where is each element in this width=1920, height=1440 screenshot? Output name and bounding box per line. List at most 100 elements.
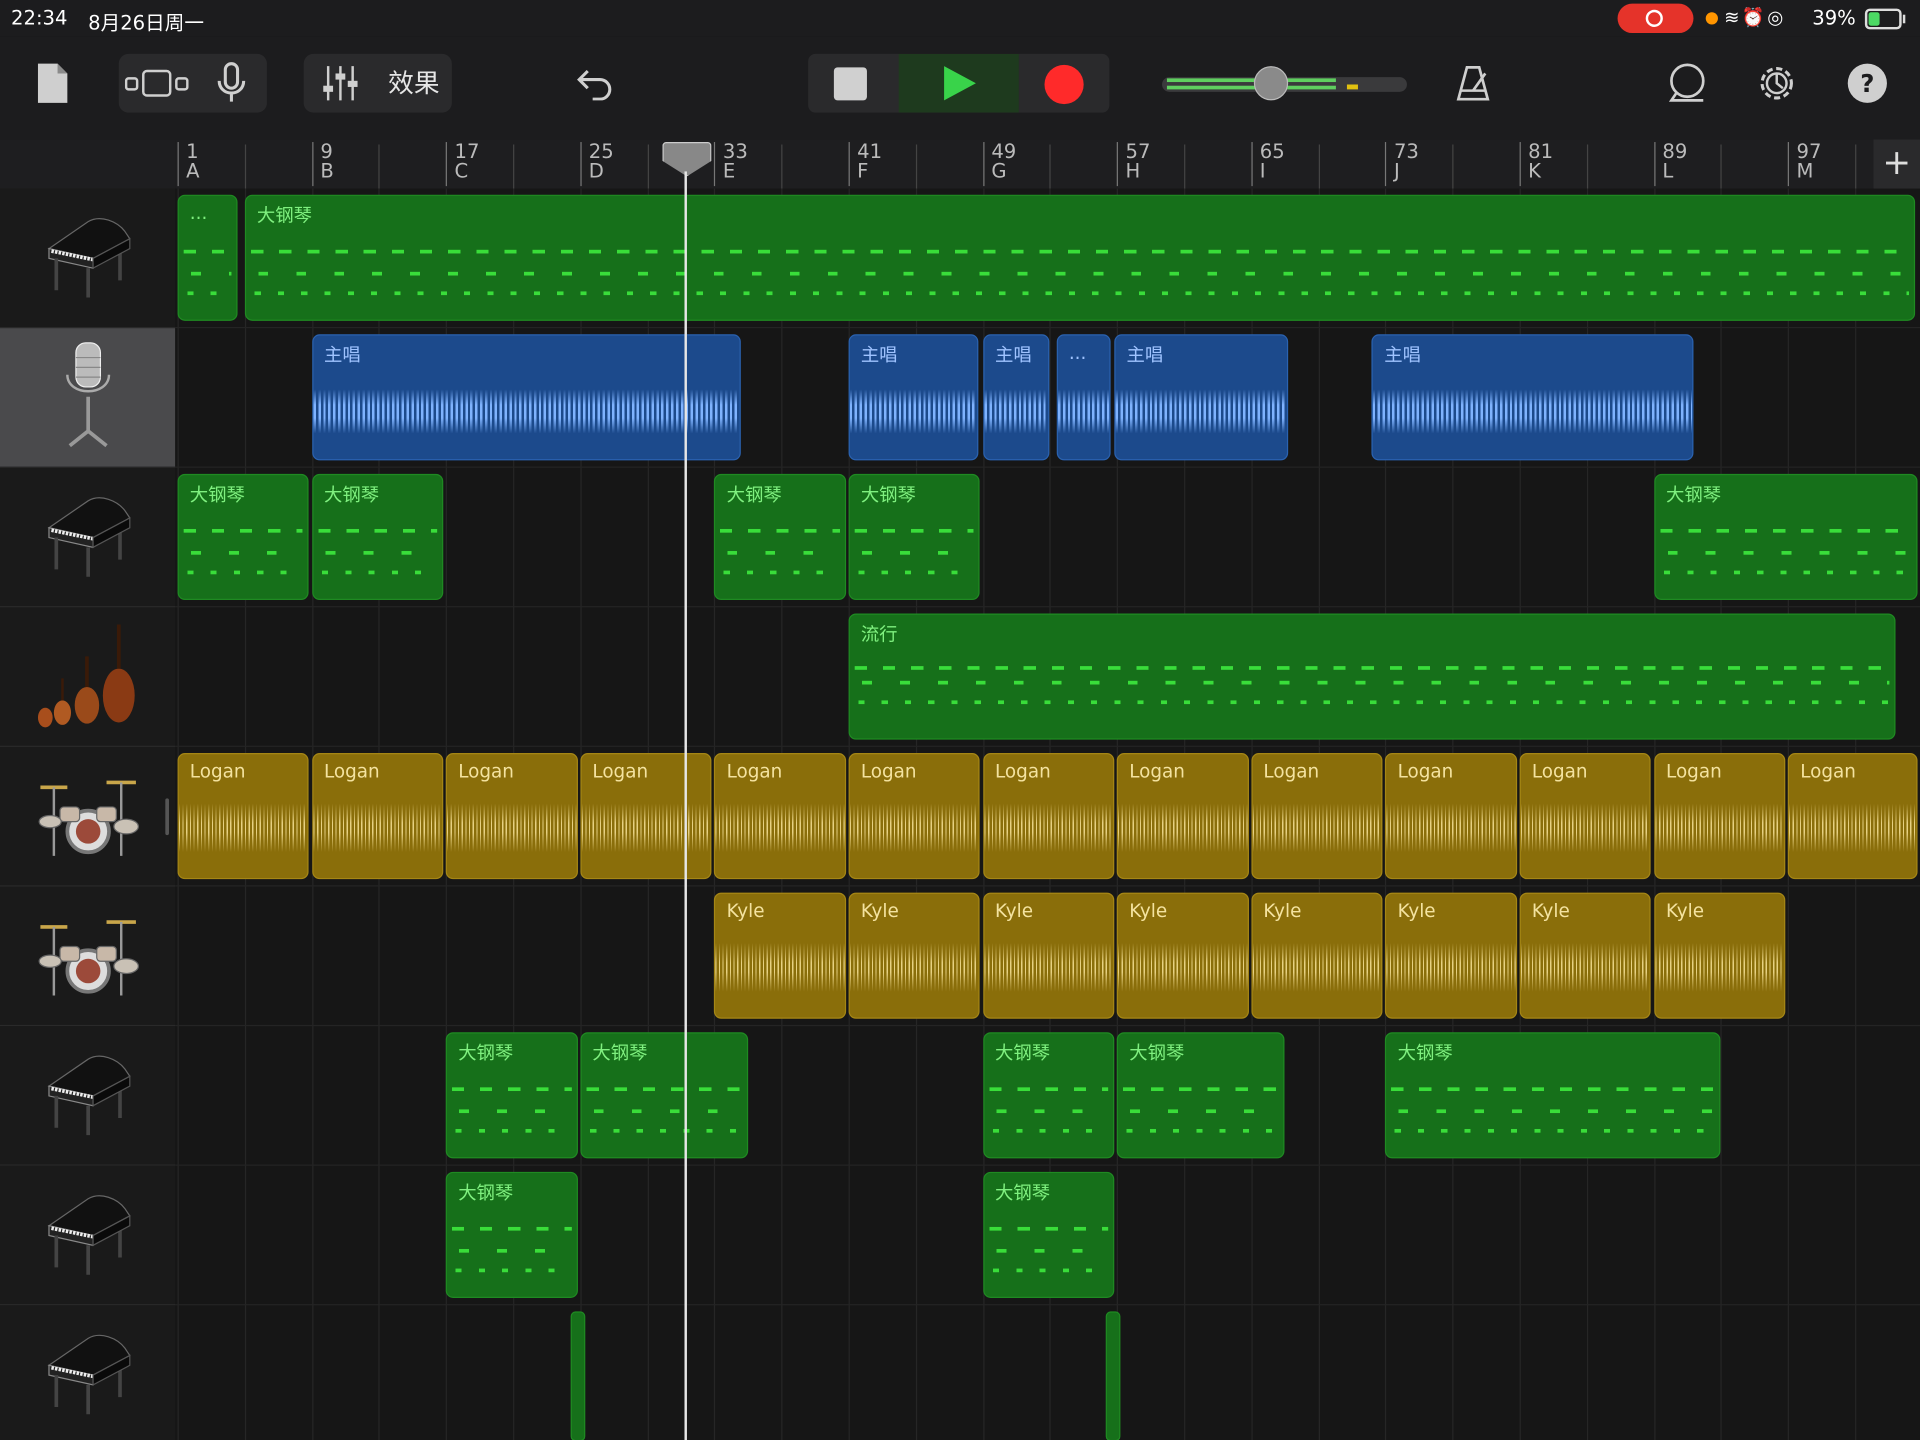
track-header-grand-piano[interactable] bbox=[0, 1305, 176, 1440]
track-header-drum-kit[interactable] bbox=[0, 746, 176, 887]
track-resize-handle[interactable] bbox=[165, 798, 169, 836]
midi-region[interactable] bbox=[570, 1311, 586, 1440]
track-header-vocal-microphone[interactable] bbox=[0, 328, 176, 468]
midi-region[interactable]: 大钢琴 bbox=[848, 473, 981, 601]
drummer-region[interactable]: Logan bbox=[1116, 753, 1249, 880]
track-view-button[interactable] bbox=[124, 61, 190, 105]
ruler-tick bbox=[1452, 144, 1454, 189]
drummer-region[interactable]: Logan bbox=[580, 753, 712, 880]
undo-button[interactable] bbox=[571, 61, 620, 105]
drummer-region[interactable]: Logan bbox=[848, 753, 981, 880]
drummer-region[interactable]: Logan bbox=[982, 753, 1115, 880]
midi-region[interactable]: 大钢琴 bbox=[1116, 1032, 1285, 1159]
midi-notes bbox=[988, 1214, 1109, 1287]
drummer-region[interactable]: Kyle bbox=[1653, 892, 1786, 1019]
midi-region[interactable]: 大钢琴 bbox=[714, 473, 846, 601]
drummer-region[interactable]: Logan bbox=[311, 753, 444, 880]
volume-knob[interactable] bbox=[1253, 66, 1289, 101]
loop-browser-button[interactable] bbox=[1663, 59, 1712, 108]
drummer-region[interactable]: Logan bbox=[1653, 753, 1786, 880]
timeline-ruler[interactable]: 1 A 9 B 17 C 25 D 33 E 41 F 49 G 57 H 65 I 73 J 81 K 89 L 97 M bbox=[175, 139, 1920, 189]
drummer-region[interactable]: Kyle bbox=[848, 892, 981, 1019]
midi-notes bbox=[1659, 516, 1912, 589]
midi-region[interactable] bbox=[1106, 1311, 1121, 1440]
drummer-region[interactable]: Logan bbox=[445, 753, 578, 880]
section-letter: L bbox=[1662, 159, 1674, 183]
my-songs-button[interactable] bbox=[32, 59, 74, 108]
region-label: 大钢琴 bbox=[726, 483, 782, 506]
audio-region[interactable]: 主唱 bbox=[1371, 334, 1695, 461]
drummer-region[interactable]: Logan bbox=[1251, 753, 1383, 880]
midi-region[interactable]: 大钢琴 bbox=[982, 1032, 1115, 1159]
track-header-drum-kit[interactable] bbox=[0, 886, 176, 1027]
drummer-region[interactable]: Kyle bbox=[1251, 892, 1383, 1019]
drummer-region[interactable]: Logan bbox=[1385, 753, 1517, 880]
region-label: Kyle bbox=[860, 900, 899, 923]
drummer-region[interactable]: Logan bbox=[1519, 753, 1652, 880]
midi-region[interactable]: 大钢琴 bbox=[580, 1032, 748, 1159]
ruler-bar-81: 81 K bbox=[1519, 141, 1553, 187]
midi-region[interactable]: 流行 bbox=[848, 613, 1896, 740]
settings-button[interactable] bbox=[1752, 59, 1801, 108]
toolbar: 效果 ? bbox=[0, 36, 1920, 140]
midi-region[interactable]: 大钢琴 bbox=[445, 1171, 578, 1298]
audio-region[interactable]: 主唱 bbox=[848, 334, 979, 461]
record-button[interactable] bbox=[1044, 64, 1084, 105]
drummer-region[interactable]: Kyle bbox=[1385, 892, 1517, 1019]
track-header-grand-piano[interactable] bbox=[0, 467, 176, 608]
region-label: Kyle bbox=[1531, 900, 1570, 923]
region-label: Kyle bbox=[726, 900, 765, 923]
midi-region[interactable]: 大钢琴 bbox=[445, 1032, 578, 1159]
track-lane[interactable] bbox=[175, 1305, 1920, 1440]
midi-region[interactable]: 大钢琴 bbox=[982, 1171, 1115, 1298]
ruler-tick bbox=[244, 144, 246, 189]
drum-waveform bbox=[1789, 803, 1917, 853]
midi-notes bbox=[988, 1075, 1109, 1148]
track-header-grand-piano[interactable] bbox=[0, 1165, 176, 1306]
track-header-grand-piano[interactable] bbox=[0, 1026, 176, 1166]
audio-region[interactable]: 主唱 bbox=[982, 334, 1050, 461]
midi-region[interactable]: 大钢琴 bbox=[1653, 473, 1918, 601]
drum-waveform bbox=[849, 942, 979, 992]
add-section-button[interactable]: + bbox=[1873, 139, 1920, 189]
section-letter: F bbox=[857, 159, 869, 183]
midi-region[interactable]: 大钢琴 bbox=[311, 473, 444, 601]
track-header-strings[interactable] bbox=[0, 607, 176, 747]
audio-region[interactable]: 主唱 bbox=[1114, 334, 1289, 461]
midi-region[interactable]: 大钢琴 bbox=[1385, 1032, 1721, 1159]
drummer-region[interactable]: Logan bbox=[714, 753, 846, 880]
midi-region[interactable]: 大钢琴 bbox=[244, 194, 1916, 321]
midi-notes bbox=[183, 516, 303, 589]
microphone-button[interactable] bbox=[208, 59, 255, 108]
midi-notes bbox=[317, 516, 438, 589]
drummer-region[interactable]: Kyle bbox=[982, 892, 1115, 1019]
ruler-tick bbox=[1318, 144, 1320, 189]
drummer-region[interactable]: Kyle bbox=[1116, 892, 1249, 1019]
section-letter: A bbox=[186, 159, 200, 183]
battery-percent: 39% bbox=[1812, 6, 1856, 30]
mixer-button[interactable] bbox=[316, 61, 365, 105]
audio-region[interactable]: 主唱 bbox=[311, 334, 742, 461]
waveform bbox=[312, 389, 740, 434]
drummer-region[interactable]: Kyle bbox=[1519, 892, 1652, 1019]
help-button[interactable]: ? bbox=[1845, 61, 1889, 105]
effects-button[interactable]: 效果 bbox=[388, 64, 439, 101]
status-time: 22:34 bbox=[11, 6, 68, 30]
drummer-region[interactable]: Logan bbox=[177, 753, 310, 880]
midi-region[interactable]: ... bbox=[177, 194, 238, 321]
track-header-grand-piano[interactable] bbox=[0, 188, 176, 329]
drummer-region[interactable]: Logan bbox=[1787, 753, 1918, 880]
stop-button[interactable] bbox=[833, 67, 867, 101]
drum-kit-icon bbox=[32, 765, 142, 868]
ruler-bar-33: 33 E bbox=[714, 141, 748, 187]
region-label: 大钢琴 bbox=[458, 1181, 514, 1204]
metronome-button[interactable] bbox=[1449, 59, 1498, 108]
ruler-tick bbox=[1855, 144, 1857, 189]
region-label: ... bbox=[1068, 341, 1087, 364]
screen-recording-indicator[interactable] bbox=[1617, 3, 1694, 34]
metronome-icon bbox=[1456, 66, 1490, 101]
midi-region[interactable]: 大钢琴 bbox=[177, 473, 310, 601]
drummer-region[interactable]: Kyle bbox=[714, 892, 846, 1019]
audio-region[interactable]: ... bbox=[1056, 334, 1111, 461]
gear-icon bbox=[1760, 67, 1793, 100]
